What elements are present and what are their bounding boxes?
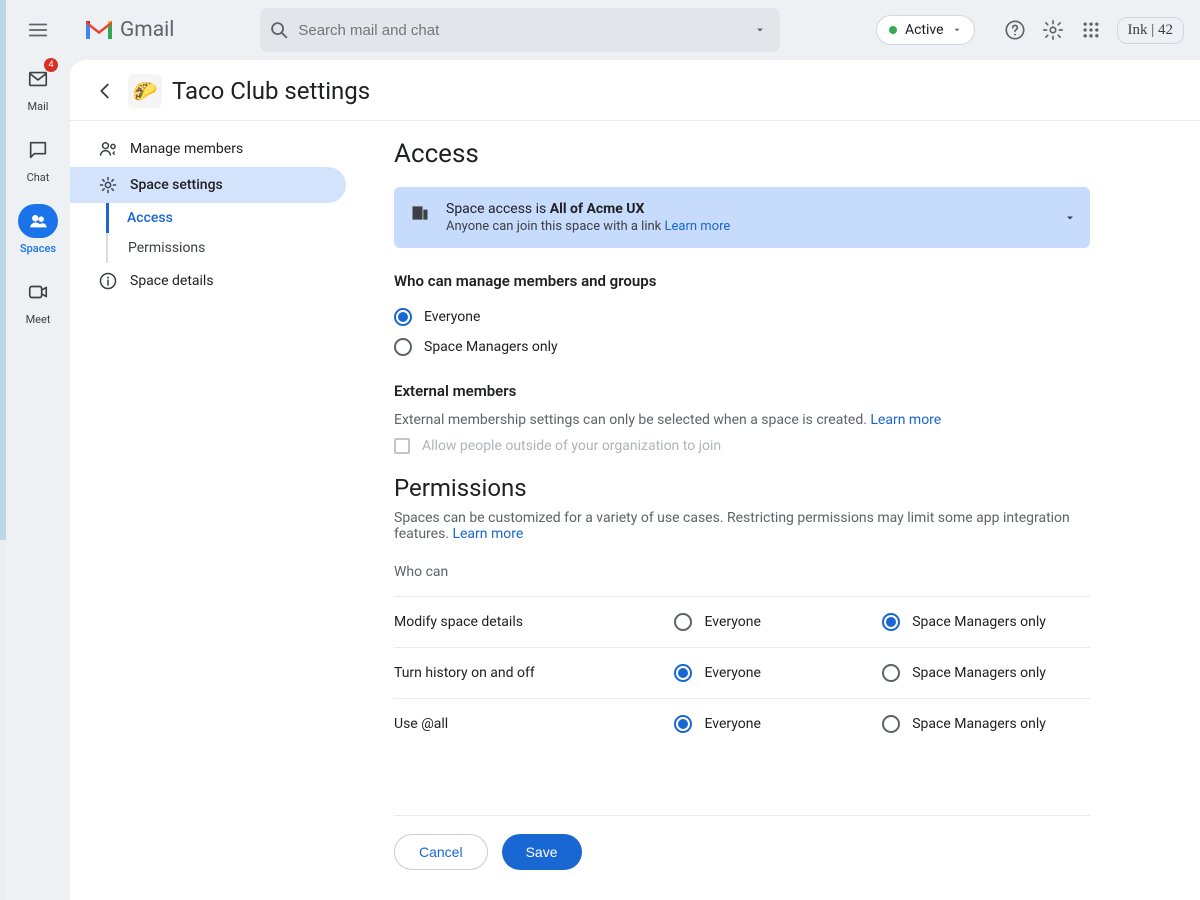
info-icon xyxy=(98,271,118,291)
left-rail: 4 Mail Chat Spaces Meet xyxy=(6,0,70,900)
rail-label-chat: Chat xyxy=(27,171,50,184)
radio-icon xyxy=(882,613,900,631)
permission-row: Use @all Everyone Space Managers only xyxy=(394,698,1090,749)
permissions-heading: Permissions xyxy=(394,474,1090,502)
permissions-table: Modify space details Everyone Space Manage… xyxy=(394,596,1090,749)
permission-radio-everyone[interactable]: Everyone xyxy=(674,613,882,631)
settings-content: Access Space access is All of Acme UX An… xyxy=(370,121,1200,900)
rail-item-meet[interactable]: Meet xyxy=(18,275,58,326)
building-icon xyxy=(410,203,430,223)
manage-radio-managers[interactable]: Space Managers only xyxy=(394,332,1090,362)
radio-icon xyxy=(674,613,692,631)
account-badge[interactable]: Ink | 42 xyxy=(1117,17,1185,44)
gmail-logo-icon xyxy=(84,19,114,41)
external-heading: External members xyxy=(394,382,1090,400)
gear-icon xyxy=(98,175,118,195)
permission-radio-everyone-label: Everyone xyxy=(704,665,760,681)
rail-item-mail[interactable]: 4 Mail xyxy=(18,62,58,113)
radio-icon xyxy=(394,338,412,356)
access-banner-line1: Space access is All of Acme UX xyxy=(446,201,730,217)
settings-nav: Manage members Space settings Access Per… xyxy=(70,121,370,900)
manage-radio-managers-label: Space Managers only xyxy=(424,339,558,355)
permissions-learn-more-link[interactable]: Learn more xyxy=(452,526,523,542)
permission-label: Modify space details xyxy=(394,614,674,630)
permission-radio-everyone[interactable]: Everyone xyxy=(674,664,882,682)
checkbox-icon xyxy=(394,438,410,454)
permission-radio-everyone[interactable]: Everyone xyxy=(674,715,882,733)
permission-row: Modify space details Everyone Space Manage… xyxy=(394,596,1090,647)
external-checkbox-label: Allow people outside of your organizatio… xyxy=(422,438,721,454)
nav-sub-permissions[interactable]: Permissions xyxy=(108,233,370,263)
access-banner[interactable]: Space access is All of Acme UX Anyone ca… xyxy=(394,187,1090,248)
settings-card: 🌮 Taco Club settings Manage members Spac… xyxy=(70,60,1200,900)
radio-icon xyxy=(882,664,900,682)
manage-radio-everyone-label: Everyone xyxy=(424,309,480,325)
external-desc: External membership settings can only be… xyxy=(394,412,1090,428)
permission-radio-managers[interactable]: Space Managers only xyxy=(882,715,1090,733)
permission-label: Use @all xyxy=(394,716,674,732)
nav-space-details[interactable]: Space details xyxy=(70,263,346,299)
status-label: Active xyxy=(905,22,944,38)
access-heading: Access xyxy=(394,139,1090,169)
app-header: Gmail Active xyxy=(70,0,1200,60)
rail-label-meet: Meet xyxy=(26,313,51,326)
save-button[interactable]: Save xyxy=(502,834,582,870)
rail-item-spaces[interactable]: Spaces xyxy=(18,204,58,255)
status-dot-icon xyxy=(889,26,897,34)
search-box[interactable] xyxy=(260,8,780,52)
permission-radio-managers[interactable]: Space Managers only xyxy=(882,664,1090,682)
permission-radio-everyone-label: Everyone xyxy=(704,614,760,630)
gmail-logo[interactable]: Gmail xyxy=(84,18,174,42)
manage-radio-everyone[interactable]: Everyone xyxy=(394,302,1090,332)
search-options-icon[interactable] xyxy=(748,18,772,42)
rail-item-chat[interactable]: Chat xyxy=(18,133,58,184)
card-header: 🌮 Taco Club settings xyxy=(70,60,1200,120)
permission-radio-everyone-label: Everyone xyxy=(704,716,760,732)
rail-label-mail: Mail xyxy=(28,100,49,113)
space-avatar: 🌮 xyxy=(128,74,162,108)
manage-members-heading: Who can manage members and groups xyxy=(394,272,1090,290)
manage-members-icon xyxy=(98,139,118,159)
apps-grid-icon[interactable] xyxy=(1079,18,1103,42)
radio-icon xyxy=(882,715,900,733)
mail-badge: 4 xyxy=(44,58,58,72)
external-checkbox-row: Allow people outside of your organizatio… xyxy=(394,438,1090,454)
nav-space-details-label: Space details xyxy=(130,273,214,289)
search-icon xyxy=(268,19,290,41)
card-footer: Cancel Save xyxy=(394,815,1090,888)
nav-manage-members[interactable]: Manage members xyxy=(70,131,346,167)
radio-icon xyxy=(394,308,412,326)
nav-sub-access[interactable]: Access xyxy=(106,203,370,233)
help-icon[interactable] xyxy=(1003,18,1027,42)
who-can-label: Who can xyxy=(394,556,1090,588)
radio-icon xyxy=(674,664,692,682)
back-button[interactable] xyxy=(92,78,118,104)
presence-status[interactable]: Active xyxy=(876,15,975,45)
product-name: Gmail xyxy=(120,18,174,42)
permission-radio-managers-label: Space Managers only xyxy=(912,716,1046,732)
access-banner-line2: Anyone can join this space with a link L… xyxy=(446,219,730,234)
permission-radio-managers-label: Space Managers only xyxy=(912,614,1046,630)
permission-row: Turn history on and off Everyone Space Man… xyxy=(394,647,1090,698)
external-learn-more-link[interactable]: Learn more xyxy=(870,412,941,428)
radio-icon xyxy=(674,715,692,733)
settings-gear-icon[interactable] xyxy=(1041,18,1065,42)
chevron-down-icon xyxy=(952,25,962,35)
permission-radio-managers-label: Space Managers only xyxy=(912,665,1046,681)
cancel-button[interactable]: Cancel xyxy=(394,834,488,870)
main-menu-icon[interactable] xyxy=(26,18,50,42)
chevron-down-icon xyxy=(1064,212,1076,224)
page-title: Taco Club settings xyxy=(172,77,370,105)
nav-manage-members-label: Manage members xyxy=(130,141,243,157)
search-input[interactable] xyxy=(290,22,748,39)
nav-space-settings[interactable]: Space settings xyxy=(70,167,346,203)
permission-radio-managers[interactable]: Space Managers only xyxy=(882,613,1090,631)
nav-space-settings-label: Space settings xyxy=(130,177,223,193)
permissions-desc: Spaces can be customized for a variety o… xyxy=(394,510,1090,542)
permission-label: Turn history on and off xyxy=(394,665,674,681)
rail-label-spaces: Spaces xyxy=(20,242,56,255)
access-learn-more-link[interactable]: Learn more xyxy=(665,219,731,234)
